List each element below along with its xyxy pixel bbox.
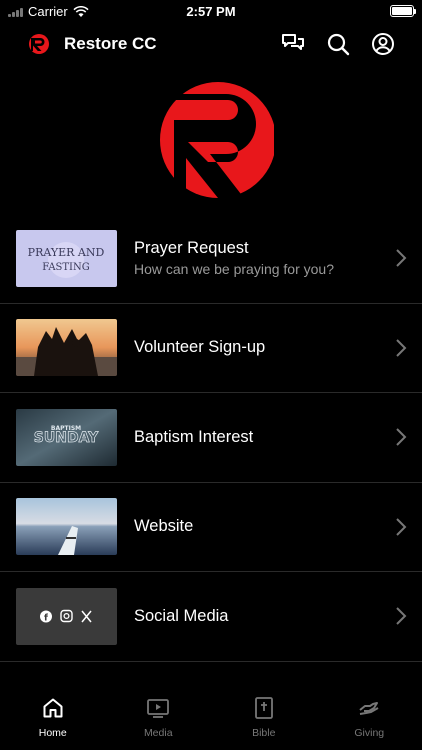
bible-icon [254, 697, 273, 719]
tab-bar: Home Media Bible Giving [0, 690, 422, 750]
baptism-thumbnail: BAPTISM SUNDAY [16, 408, 117, 466]
tab-bible[interactable]: Bible [211, 690, 317, 750]
chevron-right-icon [396, 518, 407, 536]
tab-label: Bible [252, 727, 276, 739]
chat-icon[interactable] [280, 31, 306, 57]
prayer-thumbnail: PRAYER AND FASTING [16, 229, 117, 287]
svg-text:SUNDAY: SUNDAY [34, 430, 99, 446]
tab-media[interactable]: Media [106, 690, 212, 750]
list-item-volunteer-signup[interactable]: Volunteer Sign-up [0, 304, 422, 393]
hero-logo [148, 82, 274, 198]
list-item-website[interactable]: Website [0, 483, 422, 572]
item-title: Baptism Interest [134, 427, 254, 446]
tab-label: Media [143, 727, 173, 739]
status-bar: Carrier 2:57 PM [0, 0, 422, 22]
item-title: Prayer Request [134, 239, 249, 258]
website-thumbnail [16, 498, 117, 556]
tab-giving[interactable]: Giving [317, 690, 422, 750]
battery-icon [390, 5, 416, 17]
tab-home[interactable]: Home [0, 690, 106, 750]
restore-logo-icon [29, 34, 49, 54]
prayer-thumbnail-art: PRAYER AND FASTING [28, 241, 105, 278]
item-subtitle: How can we be praying for you? [134, 261, 334, 278]
list-item-prayer-request[interactable]: PRAYER AND FASTING Prayer Request How ca… [0, 214, 422, 304]
x-icon [81, 610, 92, 623]
item-title: Website [134, 517, 194, 536]
status-time: 2:57 PM [186, 4, 236, 19]
volunteer-thumbnail [16, 319, 117, 377]
list-item-social-media[interactable]: f Social Media [0, 572, 422, 662]
svg-text:PRAYER AND: PRAYER AND [28, 246, 105, 259]
item-title: Social Media [134, 606, 229, 625]
chevron-right-icon [396, 339, 407, 357]
giving-icon [359, 702, 379, 715]
chevron-right-icon [396, 428, 407, 446]
svg-text:FASTING: FASTING [42, 262, 90, 273]
app-title: Restore CC [64, 34, 157, 53]
chevron-right-icon [396, 249, 407, 267]
tab-label: Giving [354, 727, 385, 739]
social-thumbnail: f [16, 587, 117, 645]
media-icon [147, 699, 170, 718]
instagram-icon [60, 609, 73, 622]
svg-text:f: f [44, 613, 48, 623]
search-icon[interactable] [325, 31, 351, 57]
tab-label: Home [38, 727, 67, 739]
item-title: Volunteer Sign-up [134, 338, 266, 357]
chevron-right-icon [396, 607, 407, 625]
app-header: Restore CC [0, 22, 422, 66]
menu-list: PRAYER AND FASTING Prayer Request How ca… [0, 214, 422, 662]
home-icon [43, 698, 63, 718]
list-item-baptism-interest[interactable]: BAPTISM SUNDAY Baptism Interest [0, 393, 422, 483]
account-icon[interactable] [370, 31, 396, 57]
